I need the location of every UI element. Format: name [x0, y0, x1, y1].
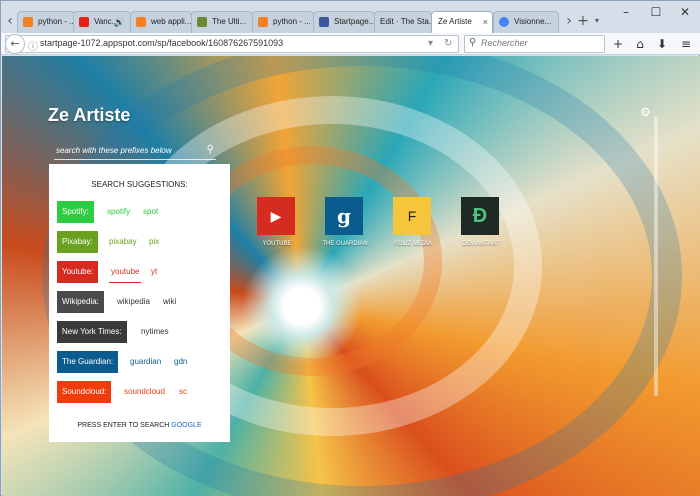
info-icon[interactable]: ⓘ [28, 38, 38, 53]
chrome-icon [499, 17, 509, 27]
new-tab-button[interactable]: + [576, 11, 590, 31]
maximize-button[interactable]: ☐ [641, 3, 671, 21]
tab-startpage[interactable]: Startpage... [313, 11, 375, 33]
suggestion-label: Spotify: [57, 201, 94, 223]
suggestion-keyword[interactable]: pixabay [109, 231, 137, 253]
deviantart-icon[interactable]: Ɖ [461, 197, 499, 235]
suggestion-keyword[interactable]: youtube [109, 261, 142, 283]
foliz-media-icon[interactable]: F [393, 197, 431, 235]
tab-label: python - ... [38, 17, 75, 26]
tab-label: Startpage... [334, 17, 375, 26]
footer-engine-link[interactable]: GOOGLE [171, 422, 201, 429]
menu-icon[interactable]: ≡ [677, 36, 695, 52]
stackoverflow-icon [136, 17, 146, 27]
speaker-icon[interactable]: 🔊 [114, 12, 125, 32]
tile-label: FOLIZ MEDIA [394, 241, 432, 247]
tab-label: Edit · The Sta... [380, 17, 432, 26]
home-icon[interactable]: ⌂ [631, 36, 649, 52]
panel-title: SEARCH SUGGESTIONS: [91, 180, 188, 189]
suggestion-keyword[interactable]: pix [149, 231, 159, 253]
page-viewport: Ze Artiste search with these prefixes be… [2, 56, 700, 496]
tab-web-appli[interactable]: web appli... [130, 11, 192, 33]
stackoverflow-icon [23, 17, 33, 27]
reload-icon[interactable]: ↻ [444, 38, 452, 49]
suggestion-keyword[interactable]: nytimes [141, 321, 169, 343]
search-placeholder: Rechercher [481, 38, 528, 48]
download-icon[interactable]: ⬇ [653, 36, 671, 52]
tab-label: Ze Artiste [438, 17, 472, 26]
tab-label: python - ... [273, 17, 311, 26]
search-icon[interactable]: ⚲ [207, 144, 214, 155]
add-bookmark-icon[interactable]: + [609, 36, 627, 52]
search-input[interactable]: search with these prefixes below ⚲ [54, 144, 216, 160]
close-window-button[interactable]: ✕ [670, 3, 700, 21]
guardian-icon[interactable]: g [325, 197, 363, 235]
youtube-icon [79, 17, 89, 27]
tab-scroll-left-icon[interactable]: ‹ [3, 11, 17, 31]
tab-list-chevron-icon[interactable]: ▾ [590, 11, 604, 31]
tile-label: THE GUARDIAN [322, 241, 368, 247]
tab-label: The Ulti... [212, 17, 247, 26]
site-icon [197, 17, 207, 27]
dropdown-chevron-icon[interactable]: ▾ [428, 38, 433, 49]
suggestion-label: New York Times: [57, 321, 127, 343]
youtube-icon[interactable]: ▶ [257, 197, 295, 235]
tab-visionne[interactable]: Visionne... [493, 11, 559, 33]
suggestion-keyword[interactable]: guardian [130, 351, 161, 373]
back-button[interactable]: ← [5, 34, 25, 54]
settings-gear-icon[interactable]: ⚙ [640, 105, 651, 119]
minimize-button[interactable]: – [611, 3, 641, 21]
footer-text: PRESS ENTER TO SEARCH [77, 422, 172, 429]
suggestion-keyword[interactable]: soundcloud [124, 381, 165, 403]
suggestion-keyword[interactable]: sc [179, 381, 187, 403]
tile-label: DEVIANTART [462, 241, 500, 247]
tile-label: YOUTUBE [262, 241, 292, 247]
suggestion-keyword[interactable]: yt [151, 261, 157, 283]
tab-edit[interactable]: Edit · The Sta... [374, 11, 432, 33]
suggestion-label: Pixabay: [57, 231, 98, 253]
nav-bar: ← ⓘ startpage-1072.appspot.com/sp/facebo… [1, 33, 700, 55]
suggestion-keyword[interactable]: spot [143, 201, 158, 223]
panel-footer: PRESS ENTER TO SEARCH GOOGLE [49, 422, 230, 429]
tab-scroll-right-icon[interactable]: › [562, 11, 576, 31]
url-bar[interactable]: ← ⓘ startpage-1072.appspot.com/sp/facebo… [5, 34, 459, 54]
url-text[interactable]: startpage-1072.appspot.com/sp/facebook/1… [40, 38, 283, 48]
search-suggestions-panel: SEARCH SUGGESTIONS: Spotify: spotify spo… [49, 164, 230, 442]
scrollbar[interactable] [654, 116, 658, 396]
suggestion-label: The Guardian: [57, 351, 119, 373]
tab-python-2[interactable]: python - ... [252, 11, 314, 33]
suggestion-label: Wikipedia: [57, 291, 104, 313]
tab-python-1[interactable]: python - ... [17, 11, 75, 33]
facebook-icon [319, 17, 329, 27]
suggestion-keyword[interactable]: wiki [163, 291, 176, 313]
suggestion-keyword[interactable]: spotify [107, 201, 130, 223]
search-bar[interactable]: ⚲ Rechercher [464, 35, 605, 53]
tab-label: web appli... [151, 17, 192, 26]
tab-ze-artiste[interactable]: Ze Artiste × [431, 11, 493, 34]
search-icon: ⚲ [469, 37, 477, 48]
suggestion-label: Soundcloud: [57, 381, 112, 403]
suggestion-label: Youtube: [57, 261, 99, 283]
tab-the-ulti[interactable]: The Ulti... [191, 11, 253, 33]
suggestion-keyword[interactable]: wikipedia [117, 291, 150, 313]
tab-label: Visionne... [514, 17, 552, 26]
suggestion-keyword[interactable]: gdn [174, 351, 187, 373]
browser-window: ‹ python - ... Vanc... 🔊 web appli... Th… [0, 0, 700, 496]
tab-strip: ‹ python - ... Vanc... 🔊 web appli... Th… [1, 1, 700, 34]
stackoverflow-icon [258, 17, 268, 27]
close-tab-icon[interactable]: × [483, 12, 488, 32]
tab-youtube[interactable]: Vanc... 🔊 [73, 11, 131, 33]
page-title: Ze Artiste [48, 105, 131, 125]
search-input-placeholder: search with these prefixes below [56, 146, 172, 155]
